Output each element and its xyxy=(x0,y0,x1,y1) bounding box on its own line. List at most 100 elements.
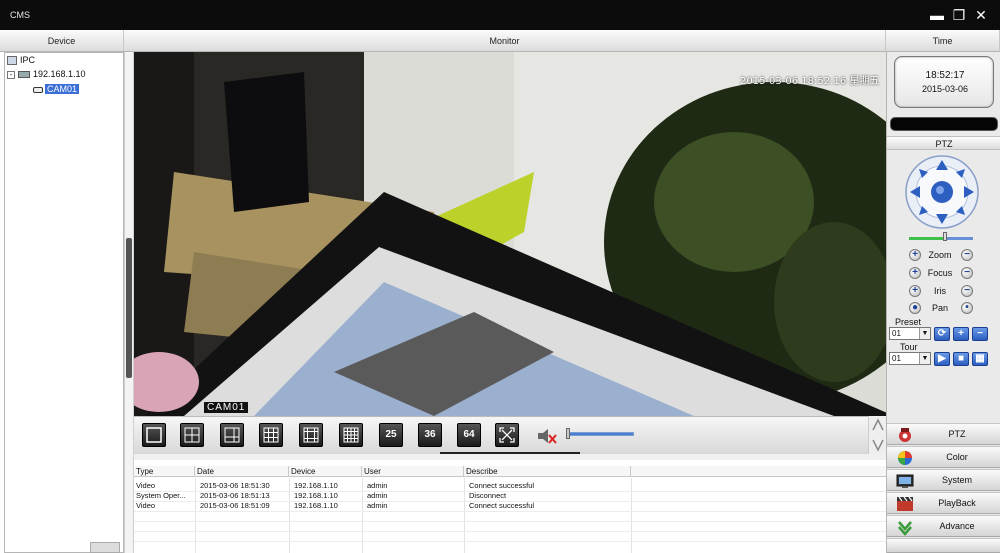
zoom-in-button[interactable]: + xyxy=(909,249,921,261)
menu-more-button[interactable] xyxy=(887,538,1000,553)
iris-row: + Iris − xyxy=(887,284,1000,299)
tree-camera-label: CAM01 xyxy=(45,84,80,94)
scroll-up-down-icon xyxy=(872,418,884,452)
volume-slider[interactable] xyxy=(568,432,634,436)
tour-grid-button[interactable]: ▦ xyxy=(972,352,988,366)
clock-date: 2015-03-06 xyxy=(921,84,969,94)
tour-value: 01 xyxy=(892,354,901,363)
volume-slider-knob[interactable] xyxy=(566,428,570,439)
fullscreen-button[interactable] xyxy=(495,423,519,447)
preset-goto-button[interactable]: ⟳ xyxy=(934,327,950,341)
log-cell-describe: Disconnect xyxy=(469,491,507,500)
close-icon[interactable]: ✕ xyxy=(972,6,990,24)
device-tree: IPC - 192.168.1.10 CAM01 xyxy=(4,52,124,553)
menu-system-button[interactable]: System xyxy=(887,469,1000,491)
menu-playback-label: PlayBack xyxy=(938,498,976,508)
layout-16-icon xyxy=(343,427,359,443)
tour-stop-button[interactable]: ■ xyxy=(953,352,969,366)
preset-value: 01 xyxy=(892,329,901,338)
event-log: Type Date Device User Describe Video 201… xyxy=(134,454,886,553)
splitter[interactable] xyxy=(124,52,134,553)
focus-out-button[interactable]: − xyxy=(961,267,973,279)
menu-color-button[interactable]: Color xyxy=(887,446,1000,468)
log-cell-device: 192.168.1.10 xyxy=(294,491,338,500)
pan-row: ● Pan • xyxy=(887,301,1000,316)
restore-icon[interactable]: ❐ xyxy=(950,6,968,24)
title-bar: CMS ▬ ❐ ✕ xyxy=(0,0,1000,30)
row-divider xyxy=(134,531,886,532)
network-icon xyxy=(7,56,17,66)
menu-ptz-button[interactable]: PTZ xyxy=(887,423,1000,445)
layout-1-icon xyxy=(146,427,162,443)
preset-add-button[interactable]: + xyxy=(953,327,969,341)
dvr-icon xyxy=(18,71,30,79)
tour-label: Tour xyxy=(900,342,918,352)
fullscreen-icon xyxy=(499,427,515,443)
menu-playback-button[interactable]: PlayBack xyxy=(887,492,1000,514)
focus-in-button[interactable]: + xyxy=(909,267,921,279)
tour-play-button[interactable]: ▶ xyxy=(934,352,950,366)
pan-start-button[interactable]: ● xyxy=(909,302,921,314)
layout-9-button[interactable] xyxy=(259,423,283,447)
layout-64-button[interactable]: 64 xyxy=(457,423,481,447)
layout-36-button[interactable]: 36 xyxy=(418,423,442,447)
video-view[interactable]: 2015-03-06 18:52:16 星期五 CAM01 xyxy=(134,52,886,416)
layout-13-button[interactable] xyxy=(299,423,323,447)
right-panel: 18:52:17 2015-03-06 PTZ + Zoom − + Focus… xyxy=(886,52,1000,553)
tree-device-label: 192.168.1.10 xyxy=(33,69,86,79)
tree-item-device[interactable]: - 192.168.1.10 xyxy=(7,67,86,81)
monitor-header: Monitor xyxy=(124,30,886,52)
menu-color-label: Color xyxy=(946,452,968,462)
focus-row: + Focus − xyxy=(887,266,1000,281)
tour-select[interactable]: 01 ▼ xyxy=(889,352,931,365)
preset-label: Preset xyxy=(895,317,922,327)
layout-toolbar: 25 36 64 xyxy=(134,416,886,455)
row-divider xyxy=(134,511,886,512)
iris-open-button[interactable]: + xyxy=(909,285,921,297)
collapse-icon[interactable]: - xyxy=(7,70,15,79)
preset-remove-button[interactable]: − xyxy=(972,327,988,341)
toolbar-scroll[interactable] xyxy=(868,416,886,454)
zoom-row: + Zoom − xyxy=(887,248,1000,263)
log-col-type[interactable]: Type xyxy=(134,466,195,477)
log-col-user[interactable]: User xyxy=(362,466,464,477)
ptz-direction-pad[interactable] xyxy=(904,154,980,230)
time-header: Time xyxy=(886,30,1000,52)
layout-6-icon xyxy=(224,427,240,443)
tree-root-label: IPC xyxy=(20,55,36,65)
pan-stop-button[interactable]: • xyxy=(961,302,973,314)
log-cell-type: System Oper... xyxy=(136,491,186,500)
chevron-down-icon: ▼ xyxy=(919,353,930,364)
zoom-out-button[interactable]: − xyxy=(961,249,973,261)
log-cell-date: 2015-03-06 18:51:30 xyxy=(200,481,270,490)
log-cell-type: Video xyxy=(136,501,156,510)
layout-13-icon xyxy=(303,427,319,443)
layout-25-button[interactable]: 25 xyxy=(379,423,403,447)
layout-16-button[interactable] xyxy=(339,423,363,447)
mute-icon[interactable] xyxy=(536,427,558,445)
iris-close-button[interactable]: − xyxy=(961,285,973,297)
menu-advance-button[interactable]: Advance xyxy=(887,515,1000,537)
log-col-device[interactable]: Device xyxy=(289,466,362,477)
tree-item-ipc[interactable]: IPC xyxy=(7,53,35,67)
splitter-handle[interactable] xyxy=(126,238,132,378)
layout-9-icon xyxy=(263,427,279,443)
status-bar xyxy=(890,117,998,131)
minimize-icon[interactable]: ▬ xyxy=(928,6,946,24)
layout-6-button[interactable] xyxy=(220,423,244,447)
preset-select[interactable]: 01 ▼ xyxy=(889,327,931,340)
video-timestamp: 2015-03-06 18:52:16 星期五 xyxy=(740,76,880,87)
layout-1-button[interactable] xyxy=(142,423,166,447)
advance-arrow-icon xyxy=(898,521,912,536)
menu-system-label: System xyxy=(941,475,972,485)
camera-icon xyxy=(33,86,43,93)
log-cell-type: Video xyxy=(136,481,156,490)
direction-pad-icon xyxy=(905,155,979,229)
tree-item-camera[interactable]: CAM01 xyxy=(33,82,80,96)
log-col-describe[interactable]: Describe xyxy=(464,466,631,477)
layout-4-button[interactable] xyxy=(180,423,204,447)
color-palette-icon xyxy=(898,451,912,465)
log-col-date[interactable]: Date xyxy=(195,466,289,477)
log-cell-device: 192.168.1.10 xyxy=(294,501,338,510)
ptz-speed-knob[interactable] xyxy=(943,232,947,241)
